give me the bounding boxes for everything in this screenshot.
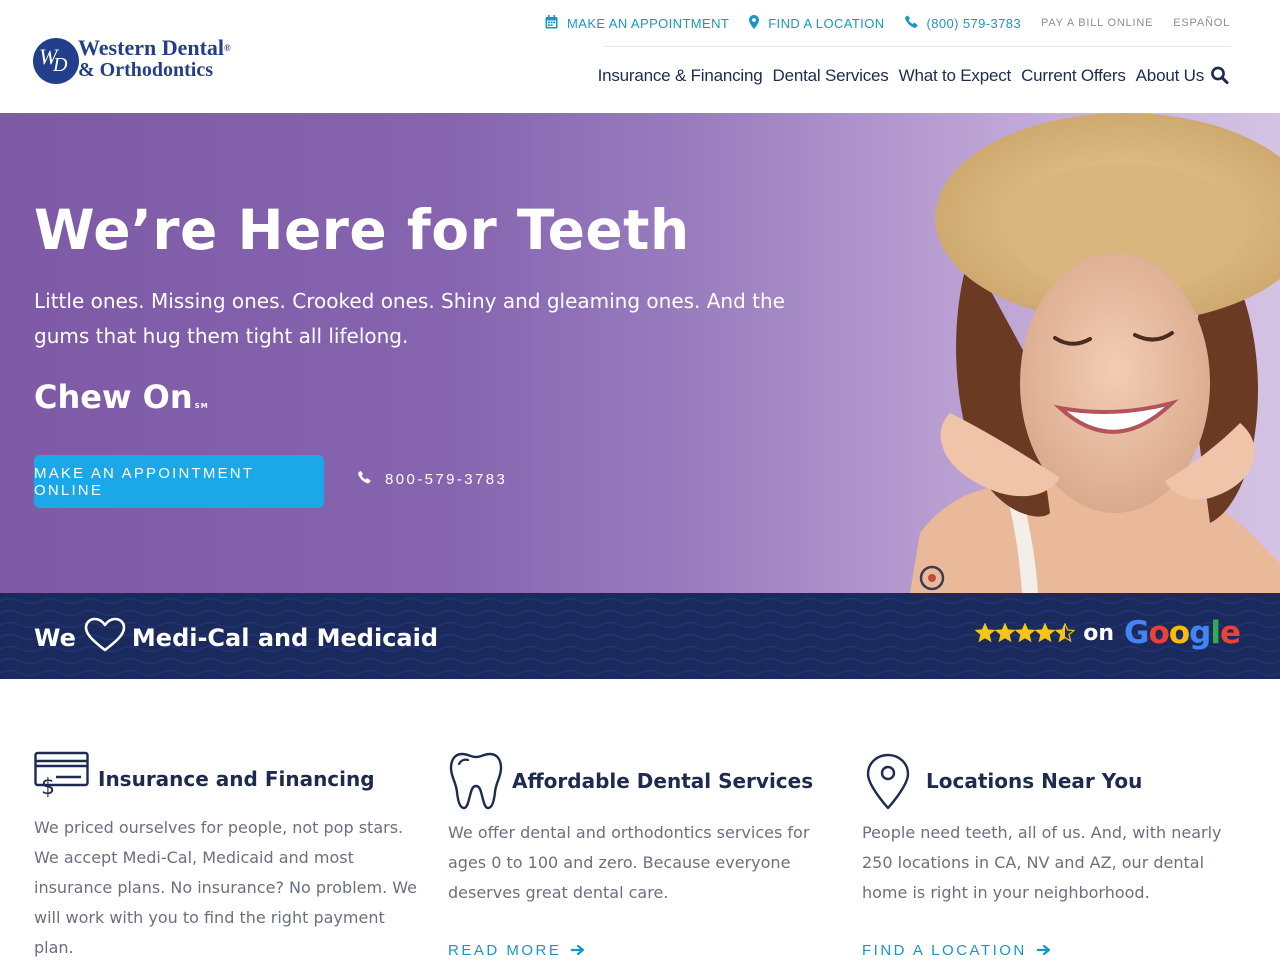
utility-appointment-link[interactable]: Make An Appointment bbox=[545, 14, 730, 32]
hero-banner: We’re Here for Teeth Little ones. Missin… bbox=[0, 113, 1280, 593]
logo-wordmark: Western Dental® & Orthodontics bbox=[78, 37, 231, 82]
header-divider bbox=[605, 46, 1231, 47]
utility-location-label: Find A Location bbox=[768, 15, 885, 31]
read-more-link[interactable]: Read More bbox=[448, 942, 585, 959]
star-icon bbox=[1035, 623, 1056, 643]
svg-text:$: $ bbox=[41, 775, 55, 800]
google-letter: e bbox=[1219, 615, 1241, 651]
calendar-icon bbox=[545, 14, 558, 32]
hero-title: We’re Here for Teeth bbox=[34, 198, 690, 262]
phone-icon bbox=[358, 470, 371, 488]
feature-insurance: $ Insurance and Financing We priced ours… bbox=[34, 750, 418, 960]
rating-on-text: on bbox=[1083, 620, 1115, 646]
feature-body: We priced ourselves for people, not pop … bbox=[34, 818, 417, 957]
google-letter: l bbox=[1210, 615, 1221, 651]
hero-phone-number: 800-579-3783 bbox=[385, 470, 508, 488]
feature-header: $ Insurance and Financing bbox=[34, 750, 418, 808]
hero-subtitle: Little ones. Missing ones. Crooked ones.… bbox=[34, 289, 785, 348]
star-icon bbox=[1015, 623, 1036, 643]
feature-title: Insurance and Financing bbox=[98, 767, 375, 791]
phone-icon bbox=[904, 15, 918, 31]
location-pin-icon bbox=[866, 753, 910, 810]
feature-locations: Locations Near You People need teeth, al… bbox=[862, 752, 1246, 959]
site-logo[interactable]: W D Western Dental® & Orthodontics bbox=[33, 37, 273, 84]
medicaid-rating-band: We Medi-Cal and Medicaid on Google bbox=[0, 593, 1280, 679]
star-icon bbox=[1055, 623, 1076, 643]
feature-header: Locations Near You bbox=[862, 752, 1246, 810]
hero-tagline-text: Chew On bbox=[34, 378, 193, 416]
pay-bill-link[interactable]: Pay A Bill Online bbox=[1041, 17, 1153, 29]
nav-what-to-expect[interactable]: What to Expect bbox=[899, 66, 1012, 86]
band-we-text: We bbox=[34, 624, 76, 652]
arrow-right-icon bbox=[1035, 942, 1051, 959]
feature-title: Locations Near You bbox=[926, 769, 1143, 793]
main-nav: Insurance & Financing Dental Services Wh… bbox=[588, 66, 1230, 86]
feature-body: People need teeth, all of us. And, with … bbox=[862, 823, 1222, 902]
star-icon bbox=[995, 623, 1016, 643]
make-appointment-online-button[interactable]: Make An Appointment Online bbox=[34, 455, 324, 508]
logo-line-1-text: Western Dental bbox=[78, 35, 225, 60]
utility-location-link[interactable]: Find A Location bbox=[749, 14, 885, 32]
smiling-woman-photo bbox=[910, 113, 1280, 593]
map-marker-icon bbox=[749, 14, 760, 32]
search-icon[interactable] bbox=[1210, 66, 1230, 86]
google-letter: o bbox=[1168, 615, 1190, 651]
heart-icon bbox=[84, 617, 126, 659]
star-rating bbox=[975, 623, 1076, 643]
hero-tagline: Chew On SM bbox=[34, 378, 209, 416]
service-mark: SM bbox=[194, 402, 209, 410]
google-letter: G bbox=[1124, 615, 1149, 651]
logo-line-1: Western Dental® bbox=[78, 37, 231, 59]
star-icon bbox=[975, 623, 996, 643]
utility-nav: Make An Appointment Find A Location (800… bbox=[525, 12, 1230, 34]
hero-phone-link[interactable]: 800-579-3783 bbox=[358, 470, 507, 488]
feature-header: Affordable Dental Services bbox=[448, 752, 832, 810]
feature-body: We offer dental and orthodontics service… bbox=[448, 823, 810, 902]
tooth-icon bbox=[449, 752, 503, 810]
logo-line-2: & Orthodontics bbox=[78, 59, 213, 81]
utility-appointment-label: Make An Appointment bbox=[567, 15, 730, 31]
read-more-label: Read More bbox=[448, 942, 562, 959]
site-header: W D Western Dental® & Orthodontics Make … bbox=[0, 0, 1280, 113]
feature-dental-services: Affordable Dental Services We offer dent… bbox=[448, 752, 832, 959]
google-letter: g bbox=[1189, 615, 1211, 651]
medicaid-statement: We Medi-Cal and Medicaid bbox=[34, 617, 438, 659]
language-toggle-link[interactable]: Español bbox=[1173, 17, 1230, 29]
band-programs-text: Medi-Cal and Medicaid bbox=[131, 624, 439, 652]
google-rating[interactable]: on Google bbox=[975, 615, 1241, 651]
arrow-right-icon bbox=[570, 942, 585, 959]
nav-insurance-financing[interactable]: Insurance & Financing bbox=[598, 66, 763, 86]
feature-title: Affordable Dental Services bbox=[512, 769, 814, 793]
utility-phone-label: (800) 579-3783 bbox=[926, 15, 1021, 31]
find-location-label: Find A Location bbox=[862, 942, 1027, 959]
nav-dental-services[interactable]: Dental Services bbox=[773, 66, 889, 86]
nav-current-offers[interactable]: Current Offers bbox=[1021, 66, 1126, 86]
find-location-link[interactable]: Find A Location bbox=[862, 942, 1051, 959]
google-logo: Google bbox=[1124, 615, 1241, 651]
registered-mark: ® bbox=[224, 43, 231, 53]
utility-phone-link[interactable]: (800) 579-3783 bbox=[904, 15, 1022, 31]
google-letter: o bbox=[1148, 615, 1170, 651]
nav-about-us[interactable]: About Us bbox=[1136, 66, 1205, 86]
credit-card-icon: $ bbox=[34, 751, 89, 800]
logo-mark-icon: W D bbox=[33, 38, 79, 84]
logo-mark-d: D bbox=[53, 54, 68, 76]
